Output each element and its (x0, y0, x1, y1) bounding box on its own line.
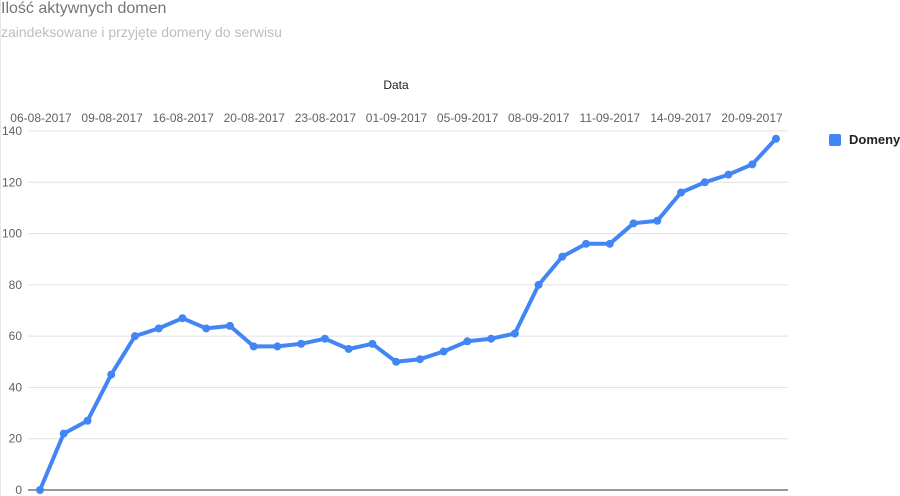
data-point[interactable] (677, 188, 686, 197)
data-point[interactable] (463, 337, 472, 346)
data-point[interactable] (487, 334, 496, 343)
gridlines (28, 130, 788, 440)
x-axis-title: Data (383, 78, 409, 92)
data-point[interactable] (249, 342, 258, 351)
data-point[interactable] (297, 339, 306, 348)
legend-label-domeny: Domeny (849, 132, 900, 147)
data-point[interactable] (748, 160, 757, 169)
x-tick-label: 08-09-2017 (508, 111, 570, 125)
series-line (38, 136, 778, 492)
y-tick-label: 140 (2, 124, 22, 138)
data-point[interactable] (629, 219, 638, 228)
y-tick-label: 100 (2, 227, 22, 241)
data-point[interactable] (344, 344, 353, 353)
data-point[interactable] (368, 339, 377, 348)
x-tick-label: 11-09-2017 (580, 111, 641, 125)
data-point[interactable] (558, 252, 567, 261)
x-tick-label: 23-08-2017 (295, 111, 357, 125)
x-tick-label: 20-08-2017 (224, 111, 286, 125)
y-tick-label: 60 (9, 329, 23, 343)
data-point[interactable] (439, 347, 448, 356)
data-point[interactable] (154, 324, 163, 333)
legend-swatch (829, 133, 841, 146)
data-point[interactable] (653, 216, 662, 225)
x-tick-label: 09-08-2017 (81, 111, 143, 125)
data-point[interactable] (700, 178, 709, 187)
data-point[interactable] (772, 134, 780, 143)
data-point[interactable] (225, 321, 234, 330)
y-tick-label: 20 (9, 432, 23, 446)
data-point[interactable] (582, 239, 591, 248)
x-tick-label: 16-08-2017 (153, 111, 215, 125)
data-point[interactable] (534, 280, 543, 289)
data-point[interactable] (59, 429, 68, 438)
y-tick-label: 120 (2, 175, 22, 189)
line-chart: 0 20 40 60 80 100 120 14006-08-2017 09-08-2017 16… (2, 78, 788, 496)
data-point[interactable] (273, 342, 282, 351)
data-point[interactable] (510, 329, 519, 338)
data-point[interactable] (36, 486, 44, 494)
y-tick-label: 80 (9, 278, 23, 292)
data-point[interactable] (605, 239, 614, 248)
x-tick-label: 05-09-2017 (437, 111, 499, 125)
data-point[interactable] (320, 334, 329, 343)
x-tick-label: 14-09-2017 (650, 111, 712, 125)
data-point[interactable] (724, 170, 733, 179)
x-tick-label: 06-08-2017 (10, 111, 72, 125)
data-point[interactable] (107, 370, 116, 379)
legend[interactable]: Domeny (829, 132, 900, 147)
data-point[interactable] (392, 357, 401, 366)
x-tick-label: 20-09-2017 (721, 111, 783, 125)
y-tick-label: 0 (15, 483, 22, 496)
y-tick-label: 40 (9, 380, 23, 394)
x-tick-label: 01-09-2017 (366, 111, 428, 125)
data-point[interactable] (202, 324, 211, 333)
data-point[interactable] (83, 416, 92, 425)
data-point[interactable] (415, 355, 424, 364)
data-point[interactable] (178, 314, 187, 323)
data-point[interactable] (130, 332, 139, 341)
series-domeny (36, 134, 780, 494)
